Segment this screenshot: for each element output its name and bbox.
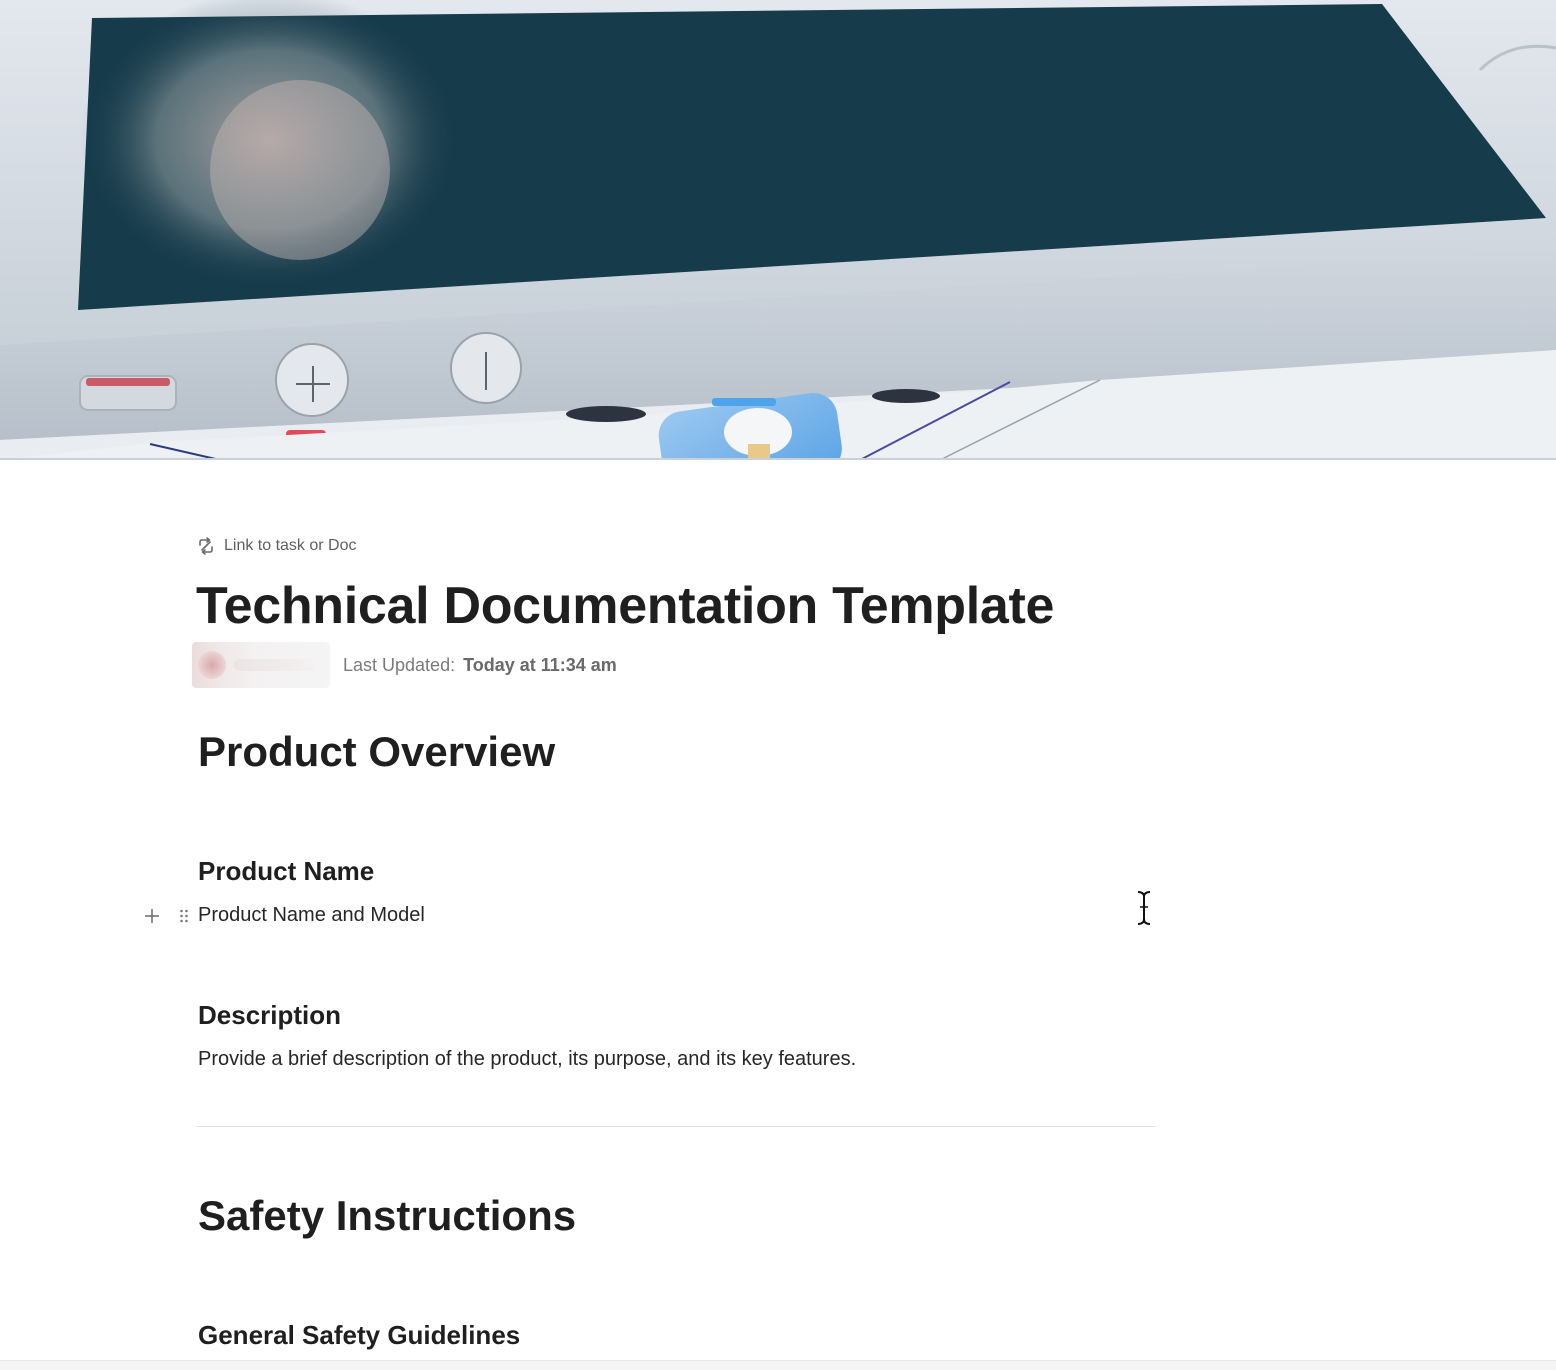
cover-image[interactable]: [0, 0, 1556, 460]
cover-illustration: [0, 0, 1556, 460]
block-controls: [142, 902, 194, 930]
link-arrows-icon: [196, 536, 216, 556]
add-block-icon[interactable]: [142, 904, 162, 928]
doc-meta: Last Updated: Today at 11:34 am: [192, 642, 617, 688]
heading-safety-instructions[interactable]: Safety Instructions: [198, 1192, 576, 1240]
drag-handle-icon[interactable]: [174, 904, 194, 928]
description-text[interactable]: Provide a brief description of the produ…: [198, 1048, 856, 1071]
document-body: Link to task or Doc Technical Documentat…: [0, 460, 1556, 1370]
product-name-text[interactable]: Product Name and Model: [198, 904, 425, 927]
heading-description[interactable]: Description: [198, 1000, 341, 1031]
heading-product-overview[interactable]: Product Overview: [198, 728, 555, 776]
link-label: Link to task or Doc: [224, 537, 357, 555]
heading-product-name[interactable]: Product Name: [198, 856, 374, 887]
text-cursor-icon: [1134, 890, 1154, 926]
author-avatar[interactable]: [192, 642, 330, 688]
page-title[interactable]: Technical Documentation Template: [196, 576, 1054, 636]
heading-general-safety-guidelines[interactable]: General Safety Guidelines: [198, 1320, 520, 1351]
section-divider: [196, 1126, 1156, 1127]
document-page: Link to task or Doc Technical Documentat…: [0, 0, 1556, 1370]
link-to-task-or-doc[interactable]: Link to task or Doc: [196, 536, 357, 556]
last-updated-label: Last Updated:: [343, 655, 455, 676]
last-updated-value: Today at 11:34 am: [463, 655, 617, 676]
bottom-edge: [0, 1360, 1556, 1370]
